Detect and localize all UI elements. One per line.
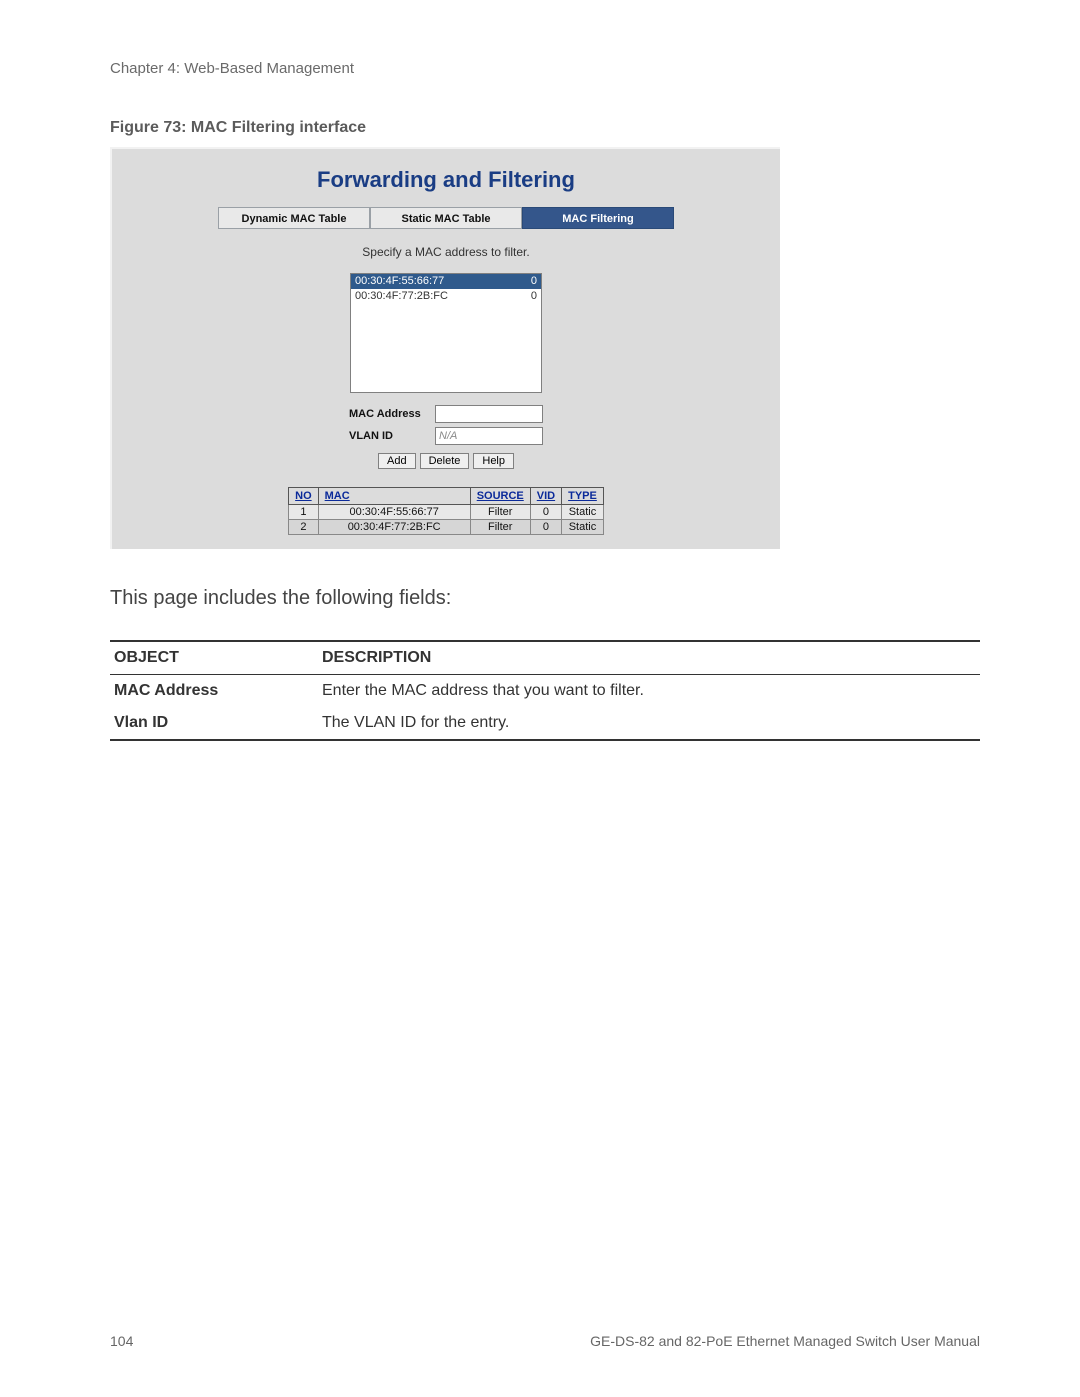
cell-vid: 0: [530, 520, 561, 535]
filter-form: MAC Address VLAN ID Add Delete Help: [112, 405, 780, 469]
tab-bar: Dynamic MAC Table Static MAC Table MAC F…: [112, 207, 780, 229]
vlan-id-label: VLAN ID: [349, 430, 427, 442]
doc-title: GE-DS-82 and 82-PoE Ethernet Managed Swi…: [590, 1333, 980, 1349]
vlan-id-input[interactable]: [435, 427, 543, 445]
delete-button[interactable]: Delete: [420, 453, 470, 469]
field-description: Enter the MAC address that you want to f…: [318, 675, 980, 708]
list-item-mac: 00:30:4F:55:66:77: [355, 274, 523, 289]
table-row: 1 00:30:4F:55:66:77 Filter 0 Static: [289, 505, 604, 520]
fields-head-description: DESCRIPTION: [318, 641, 980, 675]
cell-type: Static: [562, 505, 604, 520]
field-description: The VLAN ID for the entry.: [318, 707, 980, 740]
cell-type: Static: [562, 520, 604, 535]
screenshot-title: Forwarding and Filtering: [112, 167, 780, 193]
tab-dynamic-mac-table[interactable]: Dynamic MAC Table: [218, 207, 370, 229]
col-vid[interactable]: VID: [530, 488, 561, 505]
mac-address-label: MAC Address: [349, 408, 427, 420]
col-type[interactable]: TYPE: [562, 488, 604, 505]
col-no[interactable]: NO: [289, 488, 319, 505]
tab-mac-filtering[interactable]: MAC Filtering: [522, 207, 674, 229]
help-button[interactable]: Help: [473, 453, 514, 469]
cell-mac: 00:30:4F:77:2B:FC: [318, 520, 470, 535]
mac-listbox[interactable]: 00:30:4F:55:66:77 0 00:30:4F:77:2B:FC 0: [350, 273, 542, 393]
list-item[interactable]: 00:30:4F:55:66:77 0: [351, 274, 541, 289]
col-mac[interactable]: MAC: [318, 488, 470, 505]
chapter-header: Chapter 4: Web-Based Management: [110, 60, 980, 77]
filter-instruction: Specify a MAC address to filter.: [112, 245, 780, 259]
add-button[interactable]: Add: [378, 453, 416, 469]
tab-static-mac-table[interactable]: Static MAC Table: [370, 207, 522, 229]
field-object: MAC Address: [110, 675, 318, 708]
col-source[interactable]: SOURCE: [470, 488, 530, 505]
fields-reference-table: OBJECT DESCRIPTION MAC Address Enter the…: [110, 640, 980, 741]
cell-no: 1: [289, 505, 319, 520]
page-footer: 104 GE-DS-82 and 82-PoE Ethernet Managed…: [110, 1333, 980, 1349]
list-item-mac: 00:30:4F:77:2B:FC: [355, 289, 523, 304]
list-item[interactable]: 00:30:4F:77:2B:FC 0: [351, 289, 541, 304]
result-table: NO MAC SOURCE VID TYPE 1 00:30:4F:55:66:…: [288, 487, 604, 535]
intro-text: This page includes the following fields:: [110, 587, 980, 610]
screenshot-panel: Forwarding and Filtering Dynamic MAC Tab…: [110, 147, 780, 549]
cell-vid: 0: [530, 505, 561, 520]
figure-caption: Figure 73: MAC Filtering interface: [110, 119, 980, 137]
cell-no: 2: [289, 520, 319, 535]
fields-head-object: OBJECT: [110, 641, 318, 675]
cell-mac: 00:30:4F:55:66:77: [318, 505, 470, 520]
field-object: Vlan ID: [110, 707, 318, 740]
list-item-vid: 0: [523, 274, 537, 289]
page-number: 104: [110, 1333, 133, 1349]
cell-source: Filter: [470, 520, 530, 535]
mac-address-input[interactable]: [435, 405, 543, 423]
list-item-vid: 0: [523, 289, 537, 304]
table-row: 2 00:30:4F:77:2B:FC Filter 0 Static: [289, 520, 604, 535]
cell-source: Filter: [470, 505, 530, 520]
